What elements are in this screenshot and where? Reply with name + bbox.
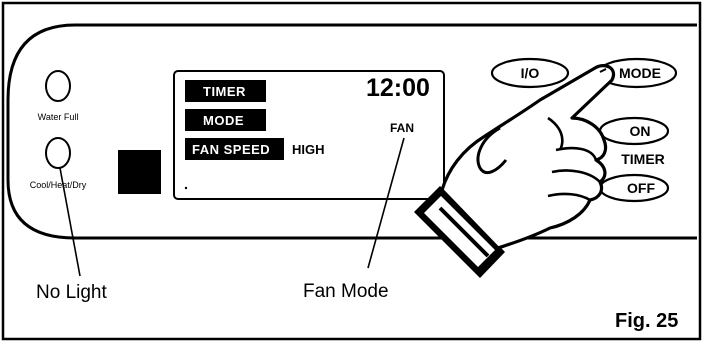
timer-label: TIMER bbox=[621, 151, 665, 167]
mode-button-label: MODE bbox=[619, 65, 661, 81]
display-fan-speed-value: HIGH bbox=[292, 142, 325, 157]
display-timer-text: TIMER bbox=[203, 84, 246, 99]
cool-heat-dry-light bbox=[45, 137, 71, 169]
timer-off-button-label: OFF bbox=[627, 180, 655, 196]
receiver-window bbox=[118, 150, 161, 194]
display-dot bbox=[184, 186, 188, 190]
display-clock: 12:00 bbox=[366, 74, 430, 102]
water-full-light bbox=[45, 70, 71, 102]
display-fan-speed-text: FAN SPEED bbox=[192, 142, 270, 157]
no-light-callout: No Light bbox=[36, 282, 107, 303]
figure-label: Fig. 25 bbox=[615, 310, 678, 332]
water-full-label: Water Full bbox=[38, 112, 79, 122]
display-mode-value: FAN bbox=[390, 121, 414, 135]
display-mode-text: MODE bbox=[203, 113, 244, 128]
figure-canvas: Water Full Cool/Heat/Dry TIMER MODE FAN … bbox=[1, 1, 702, 341]
power-button-label: I/O bbox=[521, 65, 540, 81]
fan-mode-callout: Fan Mode bbox=[303, 281, 389, 302]
cool-heat-dry-label: Cool/Heat/Dry bbox=[30, 180, 87, 190]
timer-on-button-label: ON bbox=[630, 123, 651, 139]
